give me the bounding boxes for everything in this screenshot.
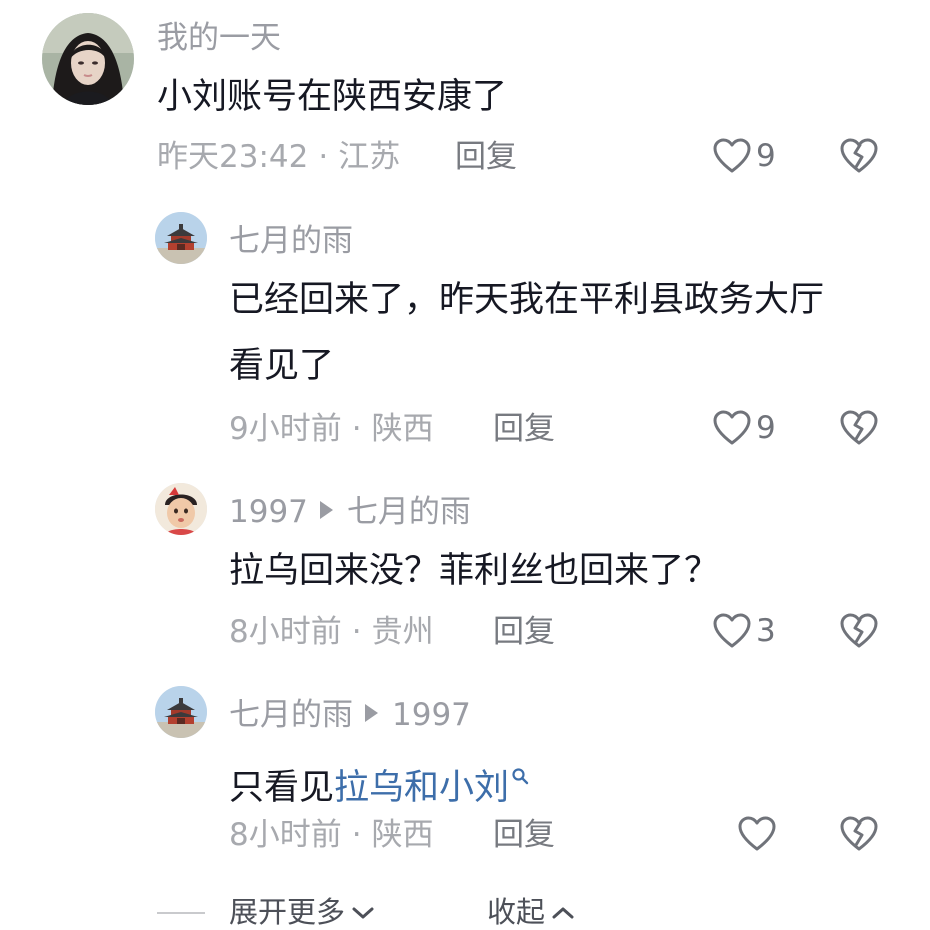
comment-text-line: 拉乌回来没？菲利丝也回来了？ xyxy=(229,551,720,591)
comment-text-line: 已经回来了，昨天我在平利县政务大厅 xyxy=(229,280,825,320)
collapse-button[interactable]: 收起 xyxy=(487,898,575,927)
broken-heart-icon xyxy=(840,613,878,648)
reply-to-name[interactable]: 七月的雨 xyxy=(347,494,471,530)
meta-separator: · xyxy=(351,411,362,447)
comment-meta: 8小时前 · 贵州 xyxy=(229,617,434,648)
chevron-down-icon xyxy=(352,907,374,918)
comment-location: 江苏 xyxy=(338,139,401,175)
comment-meta: 8小时前 · 陕西 xyxy=(229,820,434,851)
avatar[interactable] xyxy=(155,686,207,738)
comment-author: 七月的雨 1997 xyxy=(229,700,471,731)
comment-text: 已经回来了，昨天我在平利县政务大厅 看见了 xyxy=(229,267,824,399)
comment-author[interactable]: 我的一天 xyxy=(157,23,281,54)
like-count: 9 xyxy=(756,409,776,446)
like-button[interactable]: 3 xyxy=(712,612,776,650)
reply-arrow-icon xyxy=(319,501,333,519)
expand-more-label: 展开更多 xyxy=(229,895,346,929)
comment-author[interactable]: 七月的雨 xyxy=(229,226,353,257)
comment-author-name[interactable]: 1997 xyxy=(229,494,308,530)
heart-outline-icon xyxy=(713,138,751,173)
comment-meta: 昨天23:42 · 江苏 xyxy=(157,142,400,173)
dislike-button[interactable] xyxy=(839,815,879,853)
like-count: 9 xyxy=(756,137,776,174)
comment-author: 1997 七月的雨 xyxy=(229,497,471,528)
reply-button[interactable]: 回复 xyxy=(493,414,555,445)
broken-heart-icon xyxy=(840,138,878,173)
comment-location: 陕西 xyxy=(371,411,434,447)
reply-button[interactable]: 回复 xyxy=(493,617,555,648)
meta-separator: · xyxy=(351,817,362,853)
chevron-up-icon xyxy=(552,907,574,918)
like-button[interactable]: 9 xyxy=(712,409,776,447)
comment-author-name[interactable]: 七月的雨 xyxy=(229,697,353,733)
meta-separator: · xyxy=(318,139,329,175)
keyword-search-link[interactable]: 拉乌和小刘 xyxy=(334,768,509,808)
pagoda-building-avatar xyxy=(155,686,207,738)
meta-separator: · xyxy=(351,614,362,650)
comment-location: 贵州 xyxy=(371,614,434,650)
dislike-button[interactable] xyxy=(839,137,879,175)
comment-time: 昨天23:42 xyxy=(157,139,309,175)
avatar[interactable] xyxy=(42,13,134,105)
like-button[interactable]: 9 xyxy=(712,137,776,175)
broken-heart-icon xyxy=(840,816,878,851)
collapse-label: 收起 xyxy=(487,895,546,929)
comment-text-line: 小刘账号在陕西安康了 xyxy=(157,77,508,117)
comment-text-line: 看见了 xyxy=(229,346,335,386)
heart-outline-icon xyxy=(738,816,776,851)
woman-portrait-avatar xyxy=(42,13,134,105)
comment-text: 只看见拉乌和小刘 xyxy=(229,741,529,821)
comment-text-prefix: 只看见 xyxy=(229,768,335,808)
reply-to-name[interactable]: 1997 xyxy=(392,697,471,733)
pagoda-building-avatar xyxy=(155,212,207,264)
heart-outline-icon xyxy=(713,410,751,445)
comment-time: 9小时前 xyxy=(229,411,342,447)
comment-time: 8小时前 xyxy=(229,614,342,650)
dislike-button[interactable] xyxy=(839,409,879,447)
comment-location: 陕西 xyxy=(371,817,434,853)
reply-button[interactable]: 回复 xyxy=(455,142,517,173)
broken-heart-icon xyxy=(840,410,878,445)
reply-button[interactable]: 回复 xyxy=(493,820,555,851)
comment-text: 小刘账号在陕西安康了 xyxy=(157,64,507,130)
baby-photo-avatar xyxy=(155,483,207,535)
comment-time: 8小时前 xyxy=(229,817,342,853)
comment-text: 拉乌回来没？菲利丝也回来了？ xyxy=(229,538,719,604)
like-button[interactable] xyxy=(737,815,781,853)
search-icon[interactable] xyxy=(511,741,529,807)
reply-arrow-icon xyxy=(365,704,378,722)
heart-outline-icon xyxy=(713,613,751,648)
comment-meta: 9小时前 · 陕西 xyxy=(229,414,434,445)
like-count: 3 xyxy=(756,612,776,649)
avatar[interactable] xyxy=(155,212,207,264)
dislike-button[interactable] xyxy=(839,612,879,650)
avatar[interactable] xyxy=(155,483,207,535)
footer-divider xyxy=(157,912,205,914)
expand-more-button[interactable]: 展开更多 xyxy=(229,898,375,927)
